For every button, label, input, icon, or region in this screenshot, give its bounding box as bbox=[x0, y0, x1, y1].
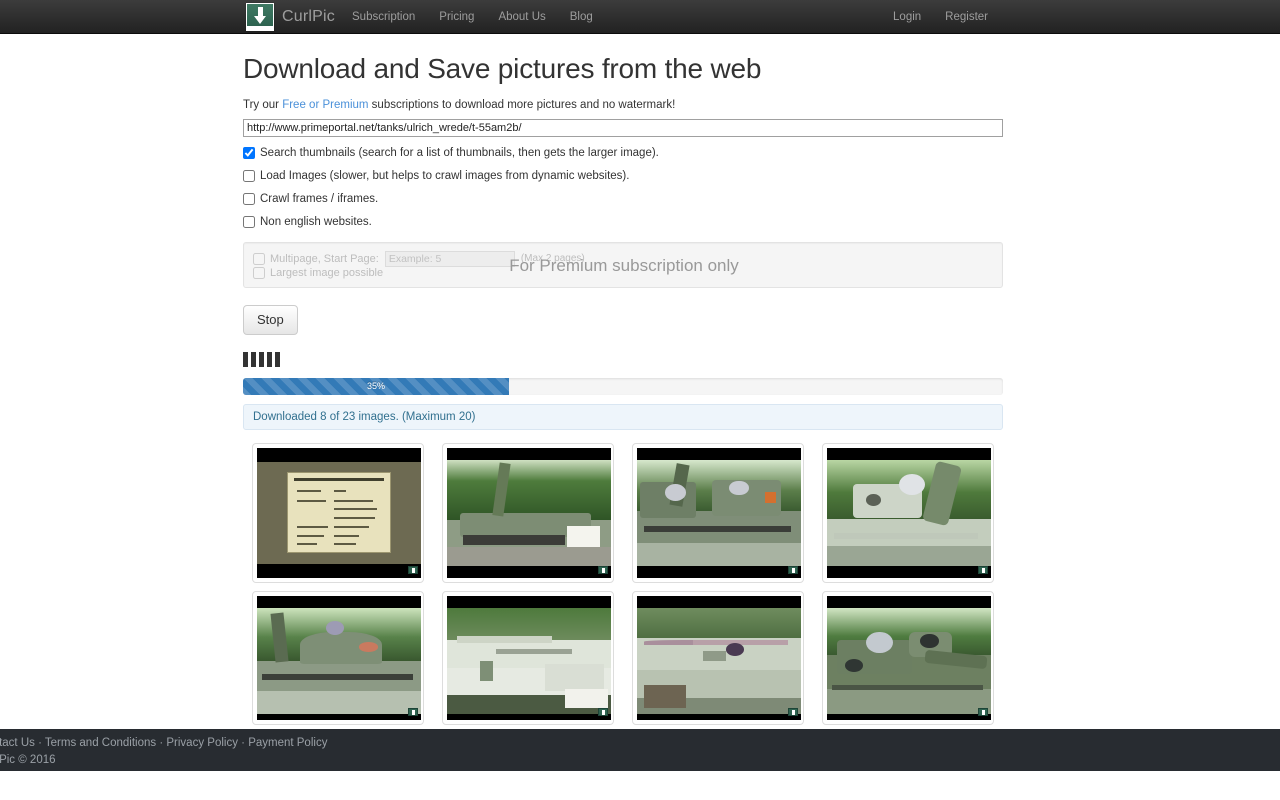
crawl-frames-label: Crawl frames / iframes. bbox=[260, 192, 379, 205]
thumbnail-cell[interactable] bbox=[623, 443, 813, 584]
watermark-icon bbox=[978, 708, 988, 717]
footer-copyright: CurlPic © 2016 bbox=[0, 754, 56, 766]
multipage-checkbox bbox=[253, 252, 265, 265]
thumbnail-card-1[interactable] bbox=[252, 443, 424, 584]
thumbnail-cell[interactable] bbox=[243, 591, 433, 726]
largest-image-checkbox bbox=[253, 266, 265, 279]
thumbnail-card-3[interactable] bbox=[632, 443, 804, 584]
free-or-premium-link[interactable]: Free or Premium bbox=[282, 99, 368, 111]
nav-item-blog[interactable]: Blog bbox=[558, 0, 605, 34]
thumbnail-card-8[interactable] bbox=[822, 591, 994, 726]
download-status-alert: Downloaded 8 of 23 images. (Maximum 20) bbox=[243, 404, 1003, 431]
account-nav: Login Register bbox=[881, 0, 1000, 34]
footer-link-payment[interactable]: Payment Policy bbox=[248, 737, 327, 749]
watermark-icon bbox=[598, 566, 608, 575]
option-non-english[interactable]: Non english websites. bbox=[243, 215, 1003, 229]
largest-image-label: Largest image possible bbox=[270, 266, 384, 279]
premium-largest-image-row: Largest image possible bbox=[253, 266, 384, 279]
watermark-icon bbox=[788, 566, 798, 575]
thumbnail-card-5[interactable] bbox=[252, 591, 424, 726]
thumbnail-image-hull-b[interactable] bbox=[637, 596, 801, 721]
thumbnail-card-7[interactable] bbox=[632, 591, 804, 726]
non-english-label: Non english websites. bbox=[260, 215, 372, 228]
thumbnail-cell[interactable] bbox=[813, 443, 1003, 584]
footer-link-contact-us[interactable]: Contact Us bbox=[0, 737, 35, 749]
nav-item-subscription[interactable]: Subscription bbox=[340, 0, 427, 34]
subtitle-suffix: subscriptions to download more pictures … bbox=[368, 98, 676, 111]
crawl-frames-checkbox[interactable] bbox=[243, 192, 255, 205]
thumbnail-cell[interactable] bbox=[813, 591, 1003, 726]
page-footer: Contact Us · Terms and Conditions · Priv… bbox=[0, 729, 1280, 771]
brand-logo-icon[interactable] bbox=[246, 3, 274, 31]
thumbnail-cell[interactable] bbox=[433, 443, 623, 584]
non-english-checkbox[interactable] bbox=[243, 215, 255, 228]
load-images-checkbox[interactable] bbox=[243, 169, 255, 182]
max-pages-note: (Max 2 pages) bbox=[520, 253, 585, 265]
premium-options-panel: Multipage, Start Page: (Max 2 pages) Lar… bbox=[243, 241, 1003, 288]
option-crawl-frames[interactable]: Crawl frames / iframes. bbox=[243, 192, 1003, 206]
thumbnail-card-2[interactable] bbox=[442, 443, 614, 584]
watermark-icon bbox=[408, 566, 418, 575]
option-search-thumbnails[interactable]: Search thumbnails (search for a list of … bbox=[243, 146, 1003, 160]
search-thumbnails-label: Search thumbnails (search for a list of … bbox=[260, 146, 659, 159]
thumbnail-card-6[interactable] bbox=[442, 591, 614, 726]
brand-name[interactable]: CurlPic bbox=[282, 0, 335, 34]
top-navbar: CurlPic Subscription Pricing About Us Bl… bbox=[0, 0, 1280, 34]
nav-item-about-us[interactable]: About Us bbox=[486, 0, 557, 34]
option-load-images[interactable]: Load Images (slower, but helps to crawl … bbox=[243, 169, 1003, 183]
footer-sep: · bbox=[34, 737, 45, 749]
watermark-icon bbox=[408, 708, 418, 717]
watermark-icon bbox=[788, 708, 798, 717]
thumbnail-cell[interactable] bbox=[433, 591, 623, 726]
footer-sep: · bbox=[237, 737, 249, 749]
subtitle-prefix: Try our bbox=[243, 98, 283, 111]
thumbnail-card-4[interactable] bbox=[822, 443, 994, 584]
multipage-label: Multipage, Start Page: bbox=[270, 252, 379, 265]
stop-button[interactable]: Stop bbox=[243, 304, 298, 336]
thumbnail-image-plaque[interactable] bbox=[257, 448, 421, 579]
search-thumbnails-checkbox[interactable] bbox=[243, 146, 255, 159]
thumbnail-image-turret-b[interactable] bbox=[827, 448, 991, 579]
thumbnail-cell[interactable] bbox=[623, 591, 813, 726]
page-title: Download and Save pictures from the web bbox=[243, 53, 762, 84]
main-content: Download and Save pictures from the web … bbox=[243, 34, 1003, 733]
watermark-icon bbox=[978, 566, 988, 575]
thumbnail-image-tank-front[interactable] bbox=[447, 448, 611, 579]
footer-links: Contact Us · Terms and Conditions · Priv… bbox=[0, 737, 327, 749]
thumbnail-cell[interactable] bbox=[243, 443, 433, 584]
download-progress-bar: 35% bbox=[243, 378, 1003, 396]
thumbnail-grid bbox=[243, 443, 1003, 733]
thumbnail-image-turret-a[interactable] bbox=[637, 448, 801, 579]
watermark-icon bbox=[598, 708, 608, 717]
footer-link-terms[interactable]: Terms and Conditions bbox=[45, 737, 156, 749]
primary-nav: Subscription Pricing About Us Blog bbox=[340, 0, 605, 34]
nav-item-login[interactable]: Login bbox=[881, 0, 933, 34]
thumbnail-image-hull-a[interactable] bbox=[447, 596, 611, 721]
start-page-input bbox=[384, 250, 515, 267]
load-images-label: Load Images (slower, but helps to crawl … bbox=[260, 169, 630, 182]
footer-link-privacy[interactable]: Privacy Policy bbox=[166, 737, 238, 749]
nav-item-register[interactable]: Register bbox=[933, 0, 1000, 34]
progress-fill: 35% bbox=[243, 378, 509, 396]
subtitle-line: Try our Free or Premium subscriptions to… bbox=[243, 99, 1003, 111]
footer-sep: · bbox=[156, 737, 167, 749]
thumbnail-image-turret-c[interactable] bbox=[257, 596, 421, 721]
thumbnail-image-turret-d[interactable] bbox=[827, 596, 991, 721]
loading-spinner-icon bbox=[243, 351, 1003, 368]
url-input[interactable] bbox=[243, 118, 1003, 137]
nav-item-pricing[interactable]: Pricing bbox=[427, 0, 486, 34]
premium-multipage-row: Multipage, Start Page: (Max 2 pages) bbox=[253, 250, 585, 267]
